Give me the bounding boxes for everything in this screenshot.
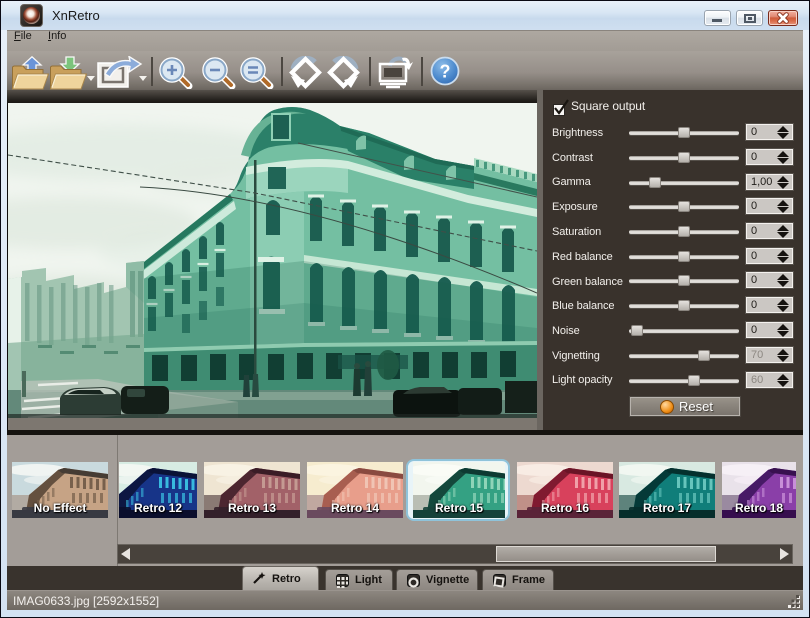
svg-text:?: ? <box>440 62 451 82</box>
